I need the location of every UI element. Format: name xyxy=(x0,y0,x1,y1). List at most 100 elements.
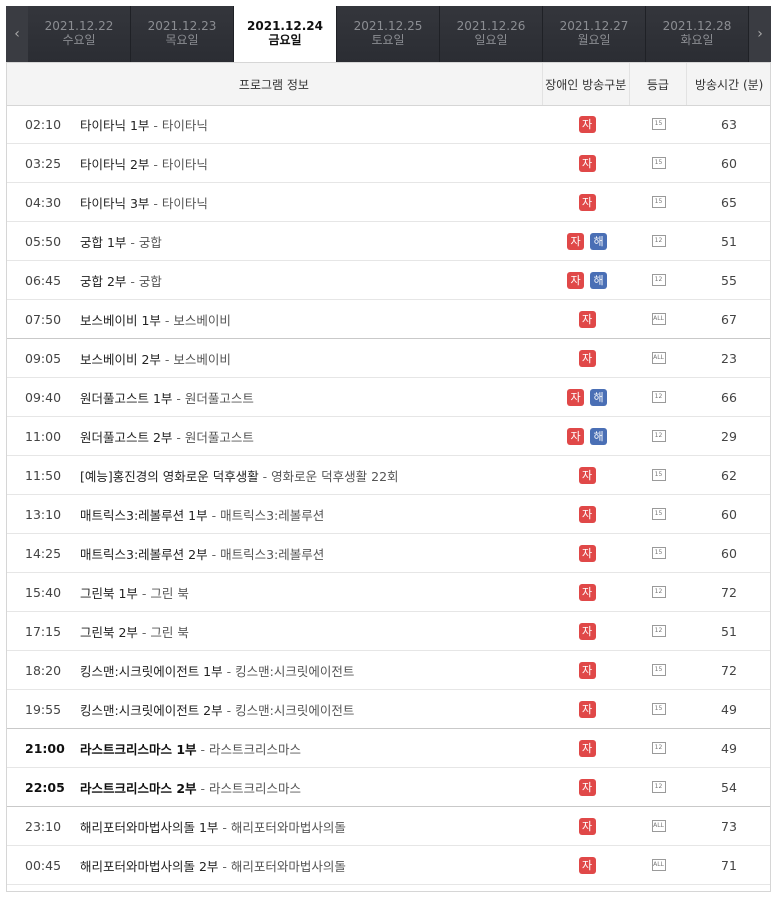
accessibility-badges: 자 xyxy=(544,310,630,328)
age-rating-icon: 12 xyxy=(651,742,666,754)
broadcast-time: 02:10 xyxy=(25,116,62,132)
program-info: 궁합 2부 - 궁합 xyxy=(80,273,162,289)
date-tab-weekday: 금요일 xyxy=(268,33,302,47)
accessibility-badges: 자 xyxy=(544,739,630,757)
program-title[interactable]: 킹스맨:시크릿에이전트 2부 xyxy=(80,703,223,718)
subtitle-badge: 자 xyxy=(578,115,596,133)
date-tab[interactable]: 2021.12.25 토요일 xyxy=(337,6,440,62)
subtitle-badge: 자 xyxy=(567,388,584,406)
program-title[interactable]: 그린북 1부 xyxy=(80,586,138,601)
date-tab-weekday: 수요일 xyxy=(62,33,96,47)
date-tab[interactable]: 2021.12.22 수요일 xyxy=(28,6,131,62)
program-subtitle: 보스베이비 xyxy=(173,312,231,328)
program-subtitle: 킹스맨:시크릿에이전트 xyxy=(235,663,355,679)
program-title[interactable]: 해리포터와마법사의돌 2부 xyxy=(80,859,218,874)
program-subtitle: 라스트크리스마스 xyxy=(209,741,302,757)
date-tab[interactable]: 2021.12.23 목요일 xyxy=(131,6,234,62)
table-row: 07:50 보스베이비 1부 - 보스베이비 자 ALL 67 xyxy=(6,300,771,339)
duration: 63 xyxy=(721,116,737,132)
subtitle-badge: 자 xyxy=(567,271,584,289)
program-title[interactable]: [예능]홍진경의 영화로운 덕후생활 xyxy=(80,469,259,484)
program-title[interactable]: 라스트크리스마스 1부 xyxy=(80,742,197,757)
program-title[interactable]: 보스베이비 1부 xyxy=(80,313,161,328)
program-info: 원더풀고스트 1부 - 원더풀고스트 xyxy=(80,390,254,406)
description-badge: 해 xyxy=(590,427,607,445)
program-info: 해리포터와마법사의돌 2부 - 해리포터와마법사의돌 xyxy=(80,858,346,874)
broadcast-time: 04:30 xyxy=(25,194,62,210)
program-title[interactable]: 매트릭스3:레볼루션 2부 xyxy=(80,547,208,562)
table-row: 13:10 매트릭스3:레볼루션 1부 - 매트릭스3:레볼루션 자 15 60 xyxy=(6,495,771,534)
program-subtitle: 궁합 xyxy=(138,273,162,289)
prev-week-button[interactable]: ‹ xyxy=(6,6,28,62)
date-tab-date: 2021.12.26 xyxy=(456,19,526,33)
program-title[interactable]: 타이타닉 2부 xyxy=(80,157,149,172)
broadcast-time: 07:50 xyxy=(25,311,62,327)
program-title[interactable]: 그린북 2부 xyxy=(80,625,138,640)
date-tab-date: 2021.12.28 xyxy=(662,19,732,33)
date-tab[interactable]: 2021.12.26 일요일 xyxy=(440,6,543,62)
date-tab[interactable]: 2021.12.28 화요일 xyxy=(646,6,749,62)
program-title[interactable]: 킹스맨:시크릿에이전트 1부 xyxy=(80,664,223,679)
accessibility-badges: 자 xyxy=(544,466,630,484)
program-title[interactable]: 궁합 1부 xyxy=(80,235,126,250)
accessibility-badges: 자 xyxy=(544,583,630,601)
accessibility-badges: 자 xyxy=(544,622,630,640)
program-title[interactable]: 타이타닉 3부 xyxy=(80,196,149,211)
schedule-page: ‹ 2021.12.22 수요일 2021.12.23 목요일 2021.12.24 금요… xyxy=(0,0,777,899)
broadcast-time: 11:50 xyxy=(25,467,62,483)
program-title[interactable]: 궁합 2부 xyxy=(80,274,126,289)
age-rating-icon: 12 xyxy=(651,391,666,403)
date-tab-date: 2021.12.24 xyxy=(247,19,323,33)
date-tab[interactable]: 2021.12.27 월요일 xyxy=(543,6,646,62)
subtitle-badge: 자 xyxy=(567,232,584,250)
date-tab[interactable]: 2021.12.24 금요일 xyxy=(234,6,337,62)
accessibility-badges: 자 xyxy=(544,817,630,835)
table-row: 21:00 라스트크리스마스 1부 - 라스트크리스마스 자 12 49 xyxy=(6,729,771,768)
broadcast-time: 23:10 xyxy=(25,818,62,834)
chevron-right-icon: › xyxy=(757,26,763,42)
accessibility-badges: 자 xyxy=(544,856,630,874)
program-title[interactable]: 보스베이비 2부 xyxy=(80,352,161,367)
program-title[interactable]: 타이타닉 1부 xyxy=(80,118,149,133)
program-title[interactable]: 라스트크리스마스 2부 xyxy=(80,781,197,796)
age-rating-icon: 15 xyxy=(651,196,666,208)
duration: 62 xyxy=(721,467,737,483)
program-title[interactable]: 원더풀고스트 1부 xyxy=(80,391,172,406)
program-title[interactable]: 해리포터와마법사의돌 1부 xyxy=(80,820,218,835)
date-tab-date: 2021.12.27 xyxy=(559,19,629,33)
duration: 66 xyxy=(721,389,737,405)
subtitle-badge: 자 xyxy=(578,817,596,835)
description-badge: 해 xyxy=(590,271,607,289)
broadcast-time: 11:00 xyxy=(25,428,62,444)
table-row: 04:30 타이타닉 3부 - 타이타닉 자 15 65 xyxy=(6,183,771,222)
subtitle-badge: 자 xyxy=(578,700,596,718)
description-badge: 해 xyxy=(590,388,607,406)
header-program: 프로그램 정보 xyxy=(238,77,309,92)
duration: 60 xyxy=(721,545,737,561)
program-info: 매트릭스3:레볼루션 1부 - 매트릭스3:레볼루션 xyxy=(80,507,325,523)
next-week-button[interactable]: › xyxy=(749,6,771,62)
broadcast-time: 05:50 xyxy=(25,233,62,249)
program-subtitle: 해리포터와마법사의돌 xyxy=(230,819,346,835)
duration: 23 xyxy=(721,350,737,366)
program-title[interactable]: 원더풀고스트 2부 xyxy=(80,430,172,445)
age-rating-icon: 12 xyxy=(651,781,666,793)
accessibility-badges: 자 xyxy=(544,193,630,211)
grade-cell: ALL xyxy=(630,313,687,325)
accessibility-badges: 자 xyxy=(544,544,630,562)
accessibility-badges: 자 xyxy=(544,778,630,796)
program-subtitle: 영화로운 덕후생활 22회 xyxy=(271,468,399,484)
subtitle-badge: 자 xyxy=(578,154,596,172)
program-info: 보스베이비 2부 - 보스베이비 xyxy=(80,351,231,367)
accessibility-badges: 자해 xyxy=(544,388,630,406)
program-info: 타이타닉 2부 - 타이타닉 xyxy=(80,156,208,172)
table-row: 15:40 그린북 1부 - 그린 북 자 12 72 xyxy=(6,573,771,612)
age-rating-icon: 15 xyxy=(651,118,666,130)
program-title[interactable]: 매트릭스3:레볼루션 1부 xyxy=(80,508,208,523)
duration: 72 xyxy=(721,662,737,678)
table-row: 03:25 타이타닉 2부 - 타이타닉 자 15 60 xyxy=(6,144,771,183)
grade-cell: 12 xyxy=(630,391,687,403)
duration: 71 xyxy=(721,857,737,873)
program-info: 매트릭스3:레볼루션 2부 - 매트릭스3:레볼루션 xyxy=(80,546,325,562)
program-subtitle: 궁합 xyxy=(138,234,162,250)
